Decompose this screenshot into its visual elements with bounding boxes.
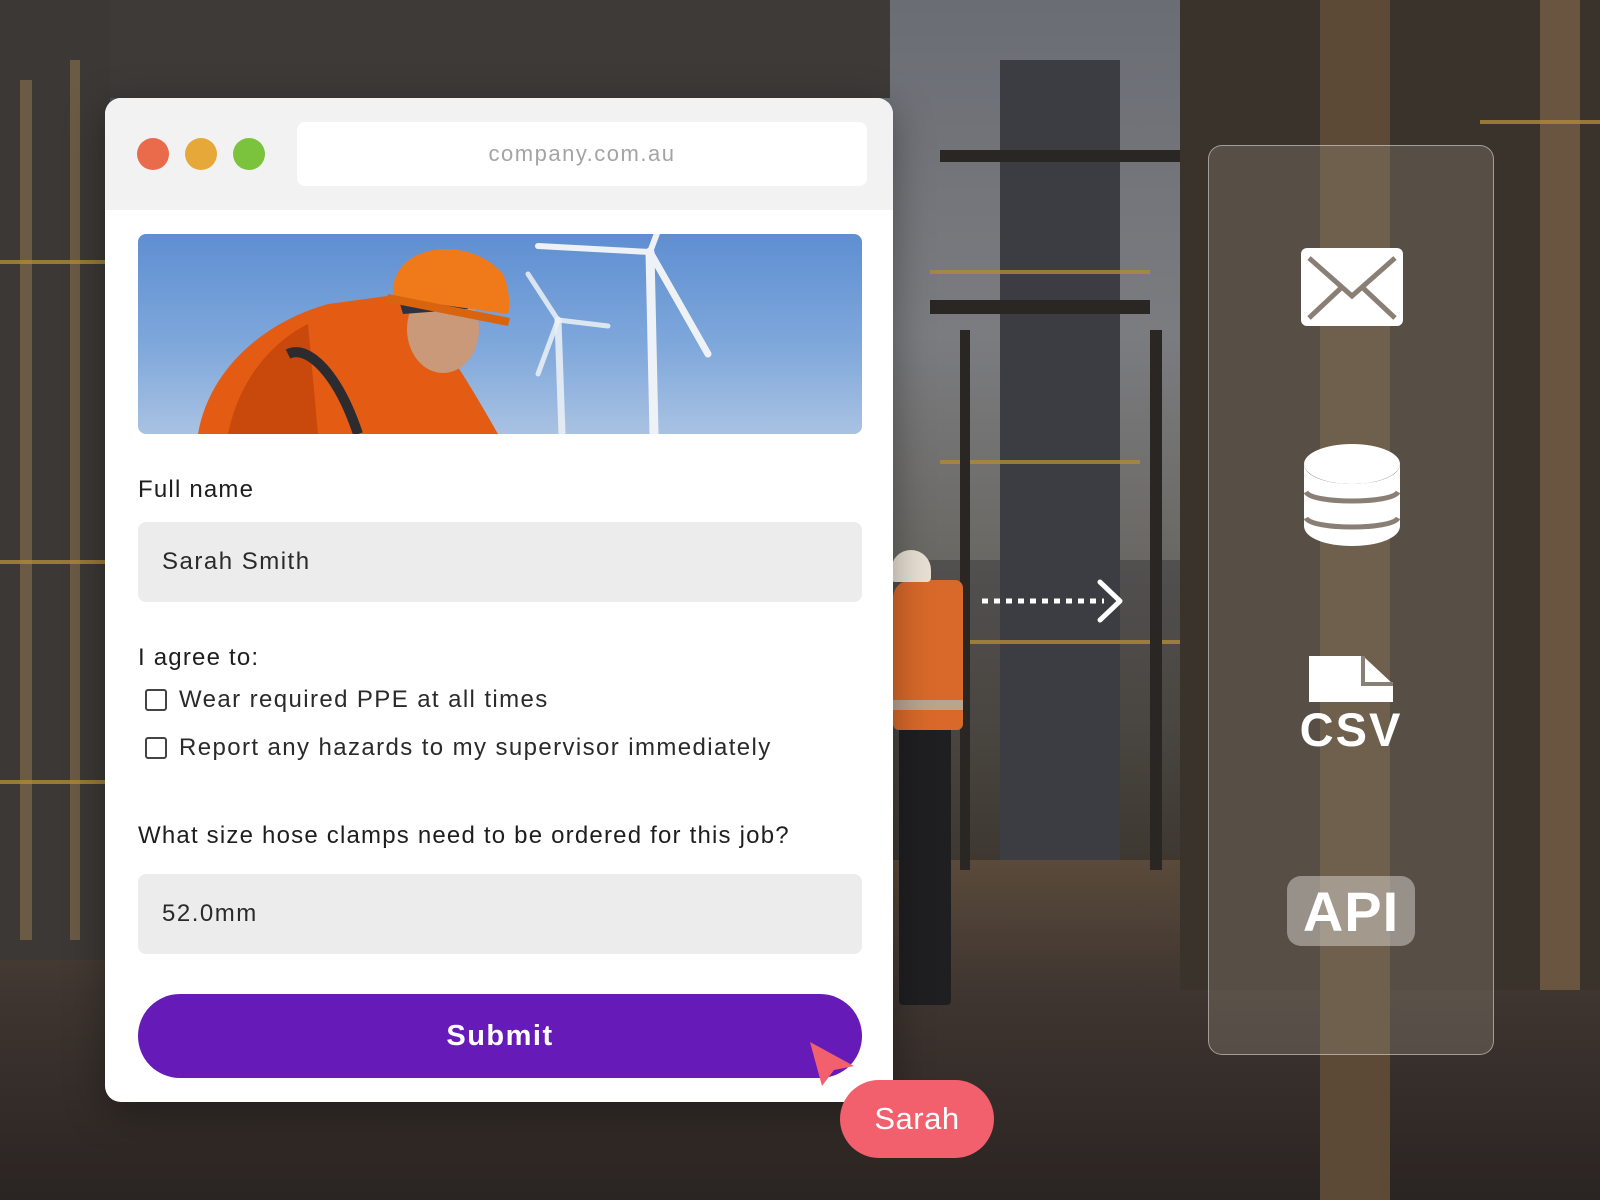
mail-icon[interactable] [1299,246,1405,328]
csv-file-icon[interactable] [1305,654,1397,704]
database-icon[interactable] [1302,442,1402,548]
hazards-checkbox-label: Report any hazards to my supervisor imme… [179,734,772,761]
checkbox-row-ppe[interactable]: Wear required PPE at all times [145,686,549,714]
api-icon[interactable]: API [1287,876,1415,946]
worker-figure [891,540,963,1010]
submit-button[interactable]: Submit [138,994,862,1078]
hazards-checkbox[interactable] [145,737,167,759]
api-label: API [1302,879,1400,943]
agree-label: I agree to: [138,644,260,671]
ppe-checkbox[interactable] [145,689,167,711]
url-text: company.com.au [488,141,676,166]
collaborator-cursor-icon [810,1042,854,1086]
submit-label: Submit [446,1019,554,1052]
full-name-input[interactable]: Sarah Smith [138,522,862,602]
maximize-window-button[interactable] [233,138,265,170]
address-bar[interactable]: company.com.au [297,122,867,186]
browser-titlebar: company.com.au [105,98,893,210]
destinations-panel: CSV API [1208,145,1494,1055]
full-name-value: Sarah Smith [162,548,311,575]
ppe-checkbox-label: Wear required PPE at all times [179,686,549,713]
browser-window: company.com.au Full name Sarah Smith I a… [105,98,893,1102]
collaborator-name: Sarah [874,1101,960,1136]
full-name-label: Full name [138,476,255,503]
flow-arrow-icon [982,579,1123,623]
checkbox-row-hazards[interactable]: Report any hazards to my supervisor imme… [145,734,772,762]
hose-clamp-size-input[interactable]: 52.0mm [138,874,862,954]
collaborator-name-tag: Sarah [840,1080,994,1158]
close-window-button[interactable] [137,138,169,170]
form-banner-image [138,234,862,434]
hose-clamp-size-value: 52.0mm [162,900,258,927]
minimize-window-button[interactable] [185,138,217,170]
csv-label: CSV [1299,703,1403,756]
hose-clamp-question-label: What size hose clamps need to be ordered… [138,822,790,849]
